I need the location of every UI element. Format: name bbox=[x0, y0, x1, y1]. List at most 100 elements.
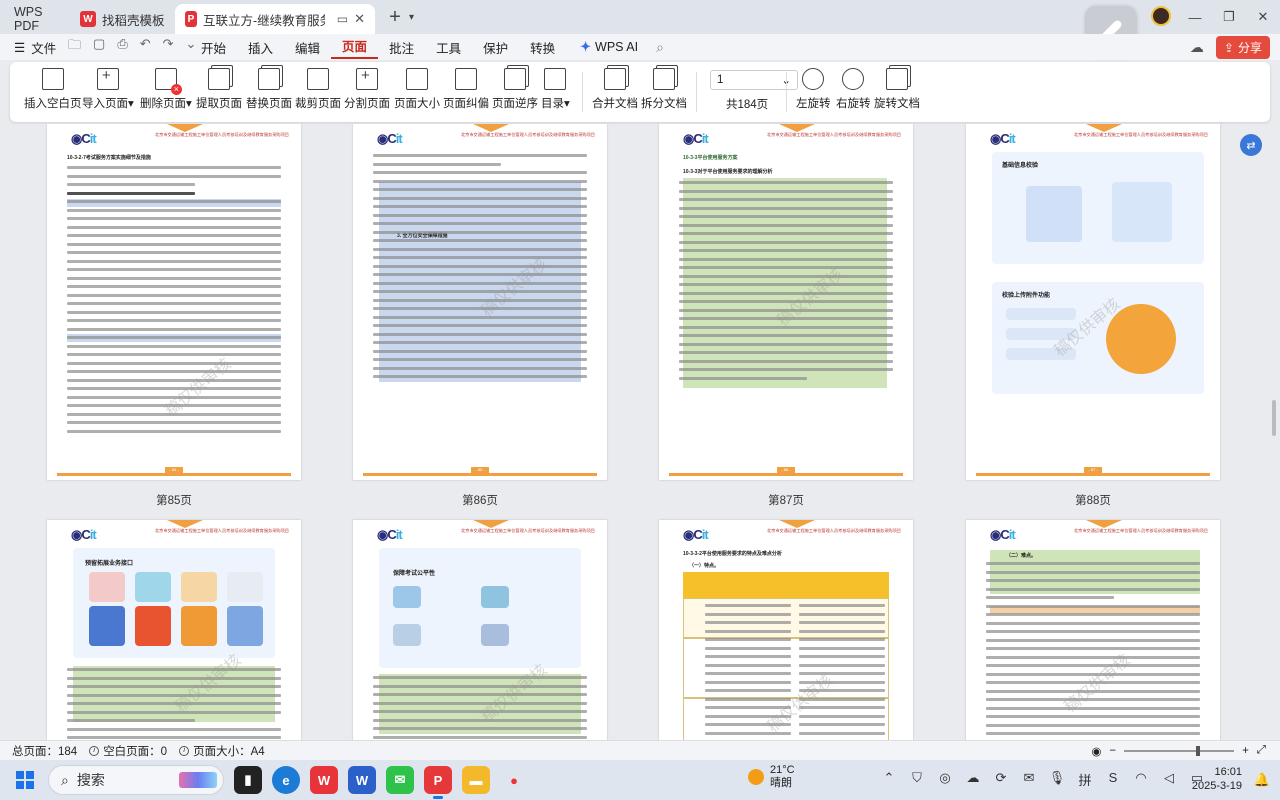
chevron-up-icon[interactable]: ⌃ bbox=[880, 770, 898, 789]
share-button[interactable]: ⇪ 分享 bbox=[1215, 36, 1270, 59]
save-icon[interactable]: ▢ bbox=[93, 36, 105, 58]
rotate-left-button[interactable]: 左旋转 bbox=[796, 68, 831, 111]
start-button[interactable] bbox=[16, 771, 34, 789]
task-view-icon[interactable]: ▮ bbox=[234, 766, 262, 794]
page-thumbnail-89[interactable]: ◉Cit 北京市交通运输工程施工单位管理人员考核培训及继续教育服务采购项目 预留拓… bbox=[47, 520, 301, 740]
wps-pdf-icon[interactable]: P bbox=[424, 766, 452, 799]
wechat-icon[interactable]: ✉ bbox=[386, 766, 414, 794]
deskew-button[interactable]: 页面纠偏 bbox=[443, 68, 489, 111]
wechat-tray-icon[interactable]: ✉ bbox=[1020, 770, 1038, 789]
notification-bell-icon[interactable]: 🔔 bbox=[1254, 772, 1270, 788]
weather-widget[interactable]: 21°C 晴朗 bbox=[748, 764, 795, 790]
menu-item-page[interactable]: 页面 bbox=[331, 36, 379, 59]
import-page-button[interactable]: 导入页面▾ bbox=[82, 67, 134, 111]
print-icon[interactable]: ⎙ bbox=[117, 36, 127, 58]
defender-icon[interactable]: ⛉ bbox=[908, 770, 926, 789]
info-icon: i bbox=[179, 745, 190, 756]
menu-item-edit[interactable]: 编辑 bbox=[284, 38, 331, 57]
menu-item-comment[interactable]: 批注 bbox=[378, 38, 425, 57]
window-mode-icon[interactable]: ▭ bbox=[337, 12, 348, 26]
restore-icon[interactable]: ❐ bbox=[1212, 9, 1246, 25]
page-thumbnail-88[interactable]: ◉Cit 北京市交通运输工程施工单位管理人员考核培训及继续教育服务采购项目 基础信… bbox=[966, 124, 1220, 480]
page-thumbnail-91[interactable]: ◉Cit 北京市交通运输工程施工单位管理人员考核培训及继续教育服务采购项目 10-… bbox=[659, 520, 913, 740]
minimize-icon[interactable]: — bbox=[1178, 10, 1212, 25]
text-block bbox=[679, 181, 893, 385]
page-label: 第88页 bbox=[1075, 495, 1111, 507]
recorder-icon[interactable]: ● bbox=[500, 766, 528, 794]
open-folder-icon[interactable]: 🗀 bbox=[68, 36, 81, 58]
redo-icon[interactable]: ↷ bbox=[163, 36, 174, 58]
avatar-slot[interactable] bbox=[1144, 5, 1178, 29]
delete-page-button[interactable]: 删除页面▾ bbox=[140, 68, 192, 111]
text-block bbox=[67, 166, 281, 438]
word-icon[interactable]: W bbox=[348, 766, 376, 794]
color-icon[interactable]: ◎ bbox=[936, 770, 954, 789]
menu-item-convert[interactable]: 转换 bbox=[519, 38, 566, 57]
file-menu[interactable]: ☰ 文件 bbox=[0, 38, 62, 57]
eye-icon[interactable]: ◉ bbox=[1091, 744, 1101, 758]
menu-item-start[interactable]: 开始 bbox=[190, 38, 237, 57]
taskbar-search[interactable]: ⌕ 搜索 bbox=[48, 765, 224, 795]
page-thumbnail-92[interactable]: ◉Cit 北京市交通运输工程施工单位管理人员考核培训及继续教育服务采购项目 （二）… bbox=[966, 520, 1220, 740]
merge-docs-button[interactable]: 合并文档 bbox=[592, 68, 638, 111]
toc-button[interactable]: 目录▾ bbox=[541, 68, 570, 111]
extract-page-label: 提取页面 bbox=[196, 98, 242, 110]
menu-item-protect[interactable]: 保护 bbox=[472, 38, 519, 57]
replace-page-button[interactable]: 替换页面 bbox=[246, 68, 292, 111]
close-window-icon[interactable]: ✕ bbox=[1246, 9, 1280, 25]
extract-page-button[interactable]: 提取页面 bbox=[196, 68, 242, 111]
share-icon: ⇪ bbox=[1223, 40, 1234, 55]
search-icon[interactable]: ⌕ bbox=[656, 39, 664, 56]
wps-tray-icon[interactable]: S bbox=[1104, 770, 1122, 789]
menu-item-tools[interactable]: 工具 bbox=[425, 38, 472, 57]
onedrive-icon[interactable]: ☁ bbox=[964, 770, 982, 789]
zoom-slider[interactable] bbox=[1124, 745, 1235, 756]
page-number-select[interactable]: 1 ⌄ bbox=[710, 70, 798, 90]
illustration bbox=[481, 586, 509, 608]
zoom-out-icon[interactable]: − bbox=[1109, 745, 1116, 757]
page-thumbnail-90[interactable]: ◉Cit 北京市交通运输工程施工单位管理人员考核培训及继续教育服务采购项目 保障考… bbox=[353, 520, 607, 740]
pdf-icon: P bbox=[185, 11, 197, 27]
close-tab-icon[interactable]: ✕ bbox=[354, 11, 365, 27]
reverse-pages-button[interactable]: 页面逆序 bbox=[492, 68, 538, 111]
fit-icon[interactable]: ⤢ bbox=[1257, 744, 1266, 757]
split-page-button[interactable]: 分割页面 bbox=[344, 67, 390, 111]
rotate-doc-label: 旋转文档 bbox=[874, 98, 920, 110]
ime-icon[interactable]: 拼 bbox=[1076, 770, 1094, 789]
chevron-down-icon[interactable]: ▾ bbox=[409, 12, 414, 23]
crop-page-button[interactable]: 裁剪页面 bbox=[295, 68, 341, 111]
wps-ai-button[interactable]: ✦ WPS AI bbox=[580, 39, 638, 55]
undo-icon[interactable]: ↶ bbox=[140, 36, 151, 58]
page-label: 第86页 bbox=[462, 495, 498, 507]
page-size-button[interactable]: 页面大小 bbox=[394, 68, 440, 111]
sync-icon[interactable]: ⟳ bbox=[992, 770, 1010, 789]
wifi-icon[interactable]: ◠ bbox=[1132, 770, 1150, 789]
tab-template[interactable]: W 找稻壳模板 bbox=[70, 4, 175, 34]
avatar[interactable] bbox=[1151, 5, 1171, 26]
cloud-upload-icon[interactable]: ☁ bbox=[1190, 39, 1204, 56]
microphone-icon[interactable]: 🎙 bbox=[1048, 770, 1066, 789]
edge-icon[interactable]: e bbox=[272, 766, 300, 794]
page-thumbnail-86[interactable]: ◉Cit 北京市交通运输工程施工单位管理人员考核培训及继续教育服务采购项目 3. … bbox=[353, 124, 607, 480]
insert-blank-page-button[interactable]: 插入空白页 bbox=[24, 68, 82, 111]
file-explorer-icon[interactable]: ▬ bbox=[462, 766, 490, 794]
volume-icon[interactable]: ◁ bbox=[1160, 770, 1178, 789]
rotate-doc-button[interactable]: 旋转文档 bbox=[874, 68, 920, 111]
menu-item-insert[interactable]: 插入 bbox=[237, 38, 284, 57]
tab-wps-pdf[interactable]: WPS PDF bbox=[0, 4, 70, 34]
wps-icon[interactable]: W bbox=[310, 766, 338, 794]
tab-document[interactable]: P 互联立方-继续教育服务及课E ▭ ✕ bbox=[175, 4, 375, 34]
page-ribbon: 插入空白页 导入页面▾ 删除页面▾ 提取页面 替换页面 裁剪页面 分割页面 页面… bbox=[10, 62, 1270, 122]
page-thumbnail-87[interactable]: ◉Cit 北京市交通运输工程施工单位管理人员考核培训及继续教育服务采购项目 10-… bbox=[659, 124, 913, 480]
clock[interactable]: 16:01 2025-3-19 bbox=[1192, 765, 1242, 793]
rotate-right-button[interactable]: 右旋转 bbox=[836, 68, 871, 111]
clock-date: 2025-3-19 bbox=[1191, 780, 1242, 792]
page-thumbnail-area[interactable]: ◉Cit 北京市交通运输工程施工单位管理人员考核培训及继续教育服务采购项目 10-… bbox=[0, 124, 1280, 740]
vertical-scrollbar[interactable] bbox=[1272, 400, 1276, 436]
new-tab-button[interactable]: + bbox=[385, 6, 405, 29]
zoom-in-icon[interactable]: + bbox=[1242, 745, 1249, 757]
page-thumbnail-85[interactable]: ◉Cit 北京市交通运输工程施工单位管理人员考核培训及继续教育服务采购项目 10-… bbox=[47, 124, 301, 480]
side-panel-toggle-icon[interactable]: ⇄ bbox=[1240, 134, 1262, 156]
split-docs-button[interactable]: 拆分文档 bbox=[641, 68, 687, 111]
rotate-right-label: 右旋转 bbox=[836, 98, 871, 110]
